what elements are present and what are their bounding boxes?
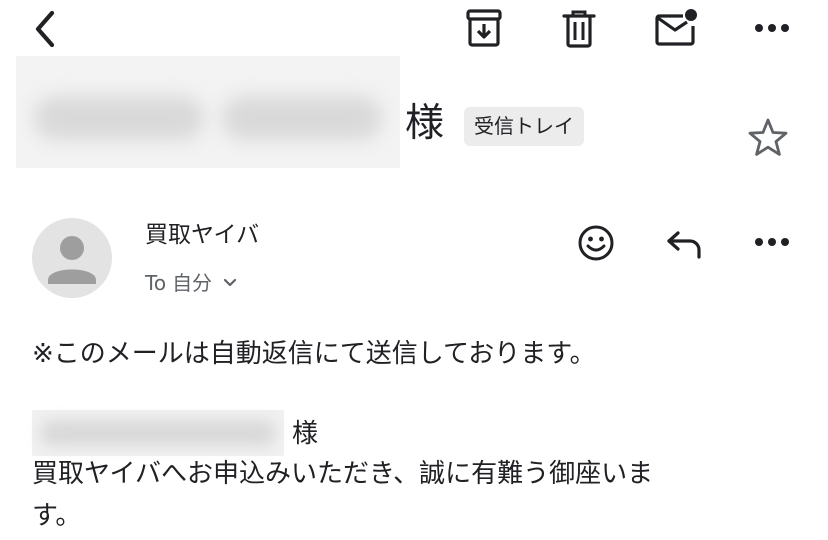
body-line-thanks: 買取ヤイバへお申込みいただき、誠に有難う御座いま (32, 459, 654, 489)
chevron-down-icon (223, 278, 237, 287)
person-icon (48, 236, 96, 284)
message-more-button[interactable] (748, 222, 796, 262)
more-options-button[interactable] (748, 6, 796, 50)
subject-redacted-blur-1 (34, 96, 204, 140)
delete-button[interactable] (555, 4, 603, 52)
recipient-details-toggle[interactable]: To 自分 (145, 268, 238, 298)
mail-unread-icon (655, 9, 697, 46)
body-line-thanks-end: す。 (32, 501, 82, 531)
recipient-name-redacted-blur (40, 420, 276, 446)
trash-icon (562, 10, 596, 48)
mark-unread-button[interactable] (650, 4, 702, 52)
inbox-label-chip[interactable]: 受信トレイ (464, 107, 584, 146)
archive-icon (466, 9, 502, 47)
sender-avatar[interactable] (32, 218, 112, 298)
recipient-prefix: To (145, 271, 167, 295)
reply-icon (667, 231, 701, 259)
subject-suffix: 様 (405, 101, 445, 146)
more-horizontal-icon (755, 24, 789, 32)
body-salutation-suffix: 様 (292, 419, 319, 449)
reply-button[interactable] (660, 222, 708, 266)
star-outline-icon (748, 118, 788, 156)
more-horizontal-icon (755, 238, 789, 246)
emoji-icon (578, 225, 614, 261)
subject-redacted-blur-2 (222, 96, 382, 140)
chevron-left-icon (35, 10, 55, 48)
star-button[interactable] (744, 113, 792, 161)
sender-name[interactable]: 買取ヤイバ (145, 218, 259, 252)
add-reaction-button[interactable] (573, 220, 619, 266)
body-line-auto-reply-notice: ※このメールは自動返信にて送信しております。 (32, 339, 596, 369)
recipient-name: 自分 (172, 271, 213, 295)
archive-button[interactable] (460, 4, 508, 52)
back-button[interactable] (22, 6, 68, 52)
